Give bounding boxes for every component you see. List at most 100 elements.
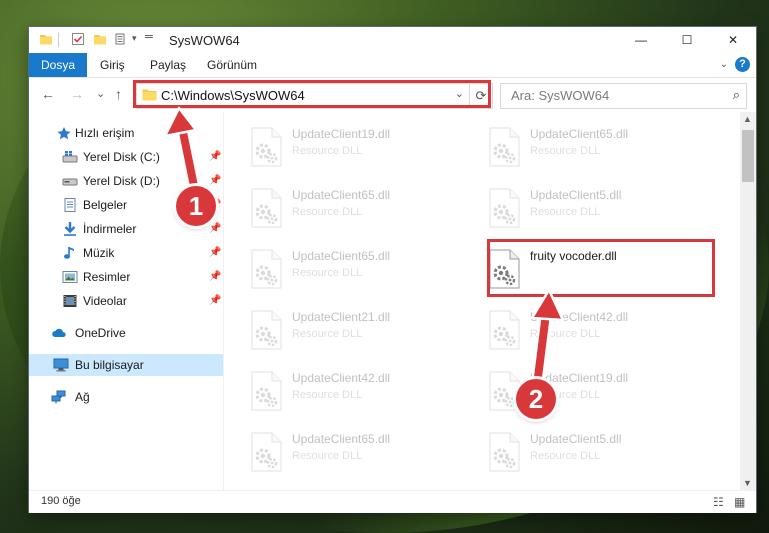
pin-icon[interactable]: 📌 [209,170,221,192]
large-icons-view-icon[interactable]: ▦ [734,495,745,509]
file-item[interactable]: UpdateClient42.dll Resource DLL [246,368,476,424]
dll-file-icon [251,310,282,350]
properties-icon[interactable] [71,32,85,46]
sidebar-item-onedrive[interactable]: OneDrive [29,322,223,344]
file-type: Resource DLL [530,328,601,340]
window-title: SysWOW64 [169,33,240,48]
ribbon-tabs: Dosya Giriş Paylaş Görünüm ⌄ ? [29,53,756,78]
file-item[interactable]: UpdateClient5.dll Resource DLL [484,429,714,485]
status-bar: 190 öğe ☷ ▦ [29,490,756,513]
dll-file-icon [489,127,520,167]
file-item[interactable]: UpdateClient21.dll Resource DLL [246,307,476,363]
file-name: UpdateClient65.dll [292,249,391,263]
file-type: Resource DLL [292,328,363,340]
scroll-down-icon[interactable]: ▼ [743,478,752,488]
file-name: UpdateClient19.dll [292,127,391,141]
sidebar-item-label: Belgeler [83,198,128,212]
details-view-icon[interactable]: ☷ [713,495,724,509]
file-name: UpdateClient21.dll [292,310,391,324]
file-item[interactable]: UpdateClient65.dll Resource DLL [246,185,476,241]
sidebar-item-quick-access[interactable]: Hızlı erişim [29,122,223,144]
sidebar-item-videos[interactable]: Videolar 📌 [29,290,223,312]
sidebar-item-this-pc[interactable]: Bu bilgisayar [29,354,223,376]
file-name: UpdateClient65.dll [530,127,629,141]
dll-file-icon [251,188,282,228]
callout-badge-1: 1 [176,186,216,226]
file-list: UpdateClient19.dll Resource DLL UpdateClie… [224,112,740,490]
file-type: Resource DLL [292,267,363,279]
toolbar-dropdown-icon[interactable]: ▾ [132,33,137,44]
file-name: UpdateClient65.dll [292,432,391,446]
file-type: Resource DLL [292,145,363,157]
new-folder-icon[interactable] [93,32,107,46]
sidebar-item-label: İndirmeler [83,222,137,236]
music-icon [64,247,74,259]
quick-access-toolbar-icon[interactable] [115,32,129,46]
sidebar-item-label: Videolar [83,294,127,308]
search-box[interactable]: ⌕ [500,83,747,109]
tab-view[interactable]: Görünüm [195,53,269,77]
sidebar-item-label: Resimler [83,270,131,284]
file-item[interactable]: UpdateClient65.dll Resource DLL [246,429,476,485]
pin-icon[interactable]: 📌 [209,146,221,168]
folder-icon [40,35,52,45]
file-item[interactable]: UpdateClient19.dll Resource DLL [246,124,476,180]
video-icon [63,295,77,307]
file-item[interactable]: UpdateClient42.dll Resource DLL [484,307,714,363]
dll-file-icon [489,310,520,350]
forward-button[interactable]: → [70,86,84,102]
file-name: UpdateClient5.dll [530,432,622,446]
title-divider [58,33,59,47]
sidebar-item-label: Müzik [83,246,115,260]
sidebar-item-label: Ağ [75,390,90,404]
download-icon [64,222,76,236]
file-item[interactable]: UpdateClient5.dll Resource DLL [484,185,714,241]
document-icon [64,198,76,212]
help-button[interactable]: ? [735,57,750,72]
vertical-scrollbar[interactable]: ▲ ▼ [740,112,756,490]
pin-icon[interactable]: 📌 [209,218,221,240]
up-button[interactable]: ↑ [115,86,122,102]
file-type: Resource DLL [530,450,601,462]
star-icon [57,127,71,140]
file-name: UpdateClient42.dll [530,310,629,324]
customize-toolbar-icon[interactable]: ═ [145,31,153,43]
close-button[interactable]: ✕ [710,27,756,53]
sidebar-item-local-disk-c[interactable]: Yerel Disk (C:) 📌 [29,146,223,168]
file-type: Resource DLL [292,206,363,218]
pin-icon[interactable]: 📌 [209,242,221,264]
pin-icon[interactable]: 📌 [209,290,221,312]
sidebar-item-network[interactable]: Ağ [29,386,223,408]
sidebar-item-pictures[interactable]: Resimler 📌 [29,266,223,288]
dll-file-icon [251,127,282,167]
dll-file-icon [251,249,282,289]
search-input[interactable] [501,84,726,106]
navigation-pane: Hızlı erişim Yerel Disk (C:) 📌 Yerel Dis… [29,112,224,490]
back-button[interactable]: ← [41,86,55,102]
recent-locations-button[interactable]: ⌄ [96,87,105,100]
chevron-down-icon[interactable]: ⌄ [720,59,728,70]
tab-file[interactable]: Dosya [29,53,88,77]
maximize-button[interactable]: ☐ [664,27,710,53]
scroll-up-icon[interactable]: ▲ [743,114,752,124]
file-name: UpdateClient42.dll [292,371,391,385]
scrollbar-thumb[interactable] [742,130,754,182]
file-item[interactable]: UpdateClient65.dll Resource DLL [246,246,476,302]
explorer-window: ▾ ═ SysWOW64 — ☐ ✕ Dosya Giriş Paylaş Gö… [29,27,756,513]
file-item[interactable]: UpdateClient65.dll Resource DLL [484,124,714,180]
pictures-icon [62,271,78,283]
search-icon[interactable]: ⌕ [733,87,740,103]
file-name: UpdateClient65.dll [292,188,391,202]
sidebar-item-label: Hızlı erişim [75,126,135,140]
file-name: UpdateClient5.dll [530,188,622,202]
sidebar-item-music[interactable]: Müzik 📌 [29,242,223,264]
tab-home[interactable]: Giriş [88,53,137,77]
pin-icon[interactable]: 📌 [209,266,221,288]
tab-share[interactable]: Paylaş [138,53,198,77]
address-highlight-box [133,80,491,108]
minimize-button[interactable]: — [618,27,664,53]
file-type: Resource DLL [530,206,601,218]
drive-icon [62,151,78,163]
dll-file-icon [251,432,282,472]
navigation-bar: ← → ⌄ ↑ C:\Windows\SysWOW64 ⌄ ⟳ ⌕ [29,78,756,112]
